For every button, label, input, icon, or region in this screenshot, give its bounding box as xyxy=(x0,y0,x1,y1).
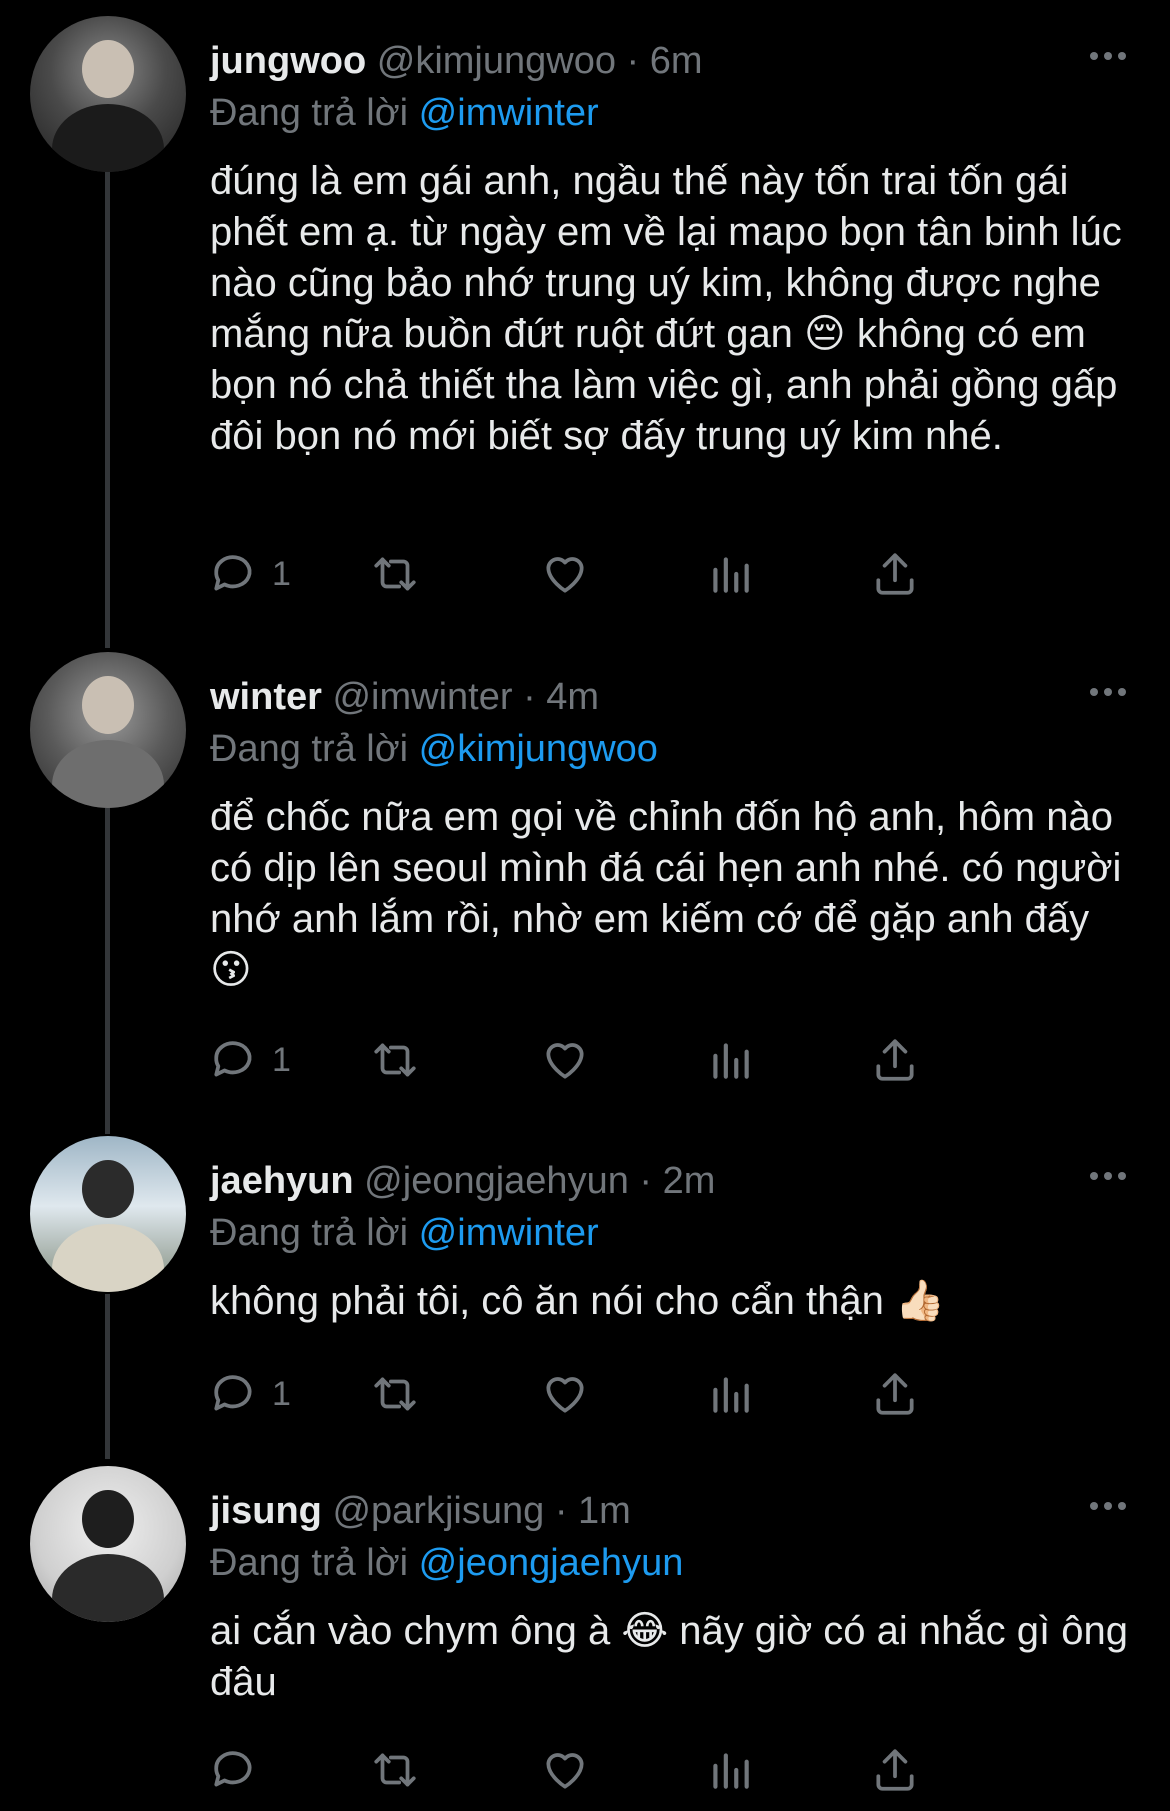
replying-to: Đang trả lời @imwinter xyxy=(210,88,599,138)
retweet-button[interactable] xyxy=(370,546,420,602)
timestamp[interactable]: 2m xyxy=(663,1160,716,1202)
mention-link[interactable]: @imwinter xyxy=(419,92,599,134)
more-options-icon[interactable] xyxy=(1090,688,1126,696)
tweet-header: jaehyun @jeongjaehyun · 2m xyxy=(210,1156,715,1206)
mention-link[interactable]: @jeongjaehyun xyxy=(419,1542,684,1584)
retweet-button[interactable] xyxy=(370,1742,420,1798)
tweet-header: winter @imwinter · 4m xyxy=(210,672,599,722)
tweet[interactable]: jisung @parkjisung · 1m Đang trả lời @je… xyxy=(0,1466,1170,1811)
tweet-text: ai cắn vào chym ông à 😂 nãy giờ có ai nh… xyxy=(210,1609,1128,1704)
display-name[interactable]: winter xyxy=(210,676,322,718)
tweet[interactable]: jaehyun @jeongjaehyun · 2m Đang trả lời … xyxy=(0,1136,1170,1446)
separator: · xyxy=(554,1490,568,1532)
reply-button[interactable]: 1 xyxy=(210,1032,291,1088)
retweet-button[interactable] xyxy=(370,1032,420,1088)
mention-link[interactable]: @kimjungwoo xyxy=(419,728,658,770)
analytics-button[interactable] xyxy=(705,1742,755,1798)
share-icon xyxy=(876,1373,914,1415)
reply-icon xyxy=(214,1375,252,1411)
timestamp[interactable]: 6m xyxy=(650,40,703,82)
retweet-icon xyxy=(374,1043,416,1077)
replying-to-label: Đang trả lời xyxy=(210,1212,409,1254)
more-options-icon[interactable] xyxy=(1090,1172,1126,1180)
reply-count: 1 xyxy=(272,1040,291,1079)
replying-to: Đang trả lời @kimjungwoo xyxy=(210,724,658,774)
analytics-button[interactable] xyxy=(705,1032,755,1088)
timestamp[interactable]: 4m xyxy=(546,676,599,718)
share-button[interactable] xyxy=(870,1366,920,1422)
tweet[interactable]: jungwoo @kimjungwoo · 6m Đang trả lời @i… xyxy=(0,16,1170,636)
avatar[interactable] xyxy=(30,16,186,172)
tweet-actions: 1 xyxy=(210,546,1090,602)
display-name[interactable]: jaehyun xyxy=(210,1160,354,1202)
handle[interactable]: @parkjisung xyxy=(332,1490,544,1532)
like-button[interactable] xyxy=(540,1742,590,1798)
share-icon xyxy=(876,1039,914,1081)
reply-icon xyxy=(214,1041,252,1077)
share-button[interactable] xyxy=(870,1032,920,1088)
replying-to-label: Đang trả lời xyxy=(210,1542,409,1584)
like-icon xyxy=(546,557,584,593)
tweet[interactable]: winter @imwinter · 4m Đang trả lời @kimj… xyxy=(0,652,1170,1112)
avatar[interactable] xyxy=(30,1466,186,1622)
handle[interactable]: @imwinter xyxy=(332,676,512,718)
more-options-icon[interactable] xyxy=(1090,1502,1126,1510)
analytics-icon xyxy=(713,557,749,593)
share-icon xyxy=(876,553,914,595)
reply-button[interactable] xyxy=(210,1742,272,1798)
reply-icon xyxy=(214,1751,252,1787)
analytics-button[interactable] xyxy=(705,1366,755,1422)
analytics-icon xyxy=(713,1377,749,1413)
display-name[interactable]: jungwoo xyxy=(210,40,366,82)
timestamp[interactable]: 1m xyxy=(578,1490,631,1532)
share-button[interactable] xyxy=(870,546,920,602)
separator: · xyxy=(523,676,536,718)
mention-link[interactable]: @imwinter xyxy=(419,1212,599,1254)
analytics-icon xyxy=(713,1753,749,1789)
tweet-header: jungwoo @kimjungwoo · 6m xyxy=(210,36,703,86)
handle[interactable]: @jeongjaehyun xyxy=(364,1160,629,1202)
like-button[interactable] xyxy=(540,1032,590,1088)
tweet-actions: 1 xyxy=(210,1366,1090,1422)
reply-count: 1 xyxy=(272,1374,291,1413)
replying-to: Đang trả lời @jeongjaehyun xyxy=(210,1538,683,1588)
share-button[interactable] xyxy=(870,1742,920,1798)
share-icon xyxy=(876,1749,914,1791)
reply-button[interactable]: 1 xyxy=(210,546,291,602)
like-icon xyxy=(546,1753,584,1789)
like-button[interactable] xyxy=(540,546,590,602)
handle[interactable]: @kimjungwoo xyxy=(377,40,616,82)
like-icon xyxy=(546,1043,584,1079)
tweet-text: không phải tôi, cô ăn nói cho cẩn thận 👍… xyxy=(210,1279,945,1323)
display-name[interactable]: jisung xyxy=(210,1490,322,1532)
analytics-button[interactable] xyxy=(705,546,755,602)
retweet-icon xyxy=(374,557,416,591)
replying-to-label: Đang trả lời xyxy=(210,728,409,770)
tweet-text: đúng là em gái anh, ngầu thế này tốn tra… xyxy=(210,159,1122,458)
replying-to: Đang trả lời @imwinter xyxy=(210,1208,599,1258)
separator: · xyxy=(626,40,640,82)
retweet-button[interactable] xyxy=(370,1366,420,1422)
reply-icon xyxy=(214,555,252,591)
separator: · xyxy=(639,1160,653,1202)
tweet-actions: 1 xyxy=(210,1032,1090,1088)
avatar[interactable] xyxy=(30,1136,186,1292)
reply-button[interactable]: 1 xyxy=(210,1366,291,1422)
like-button[interactable] xyxy=(540,1366,590,1422)
retweet-icon xyxy=(374,1377,416,1411)
tweet-actions xyxy=(210,1742,1090,1798)
retweet-icon xyxy=(374,1753,416,1787)
tweet-text: để chốc nữa em gọi về chỉnh đốn hộ anh, … xyxy=(210,795,1122,992)
more-options-icon[interactable] xyxy=(1090,52,1126,60)
reply-count: 1 xyxy=(272,554,291,593)
replying-to-label: Đang trả lời xyxy=(210,92,409,134)
like-icon xyxy=(546,1377,584,1413)
analytics-icon xyxy=(713,1043,749,1079)
tweet-header: jisung @parkjisung · 1m xyxy=(210,1486,631,1536)
avatar[interactable] xyxy=(30,652,186,808)
